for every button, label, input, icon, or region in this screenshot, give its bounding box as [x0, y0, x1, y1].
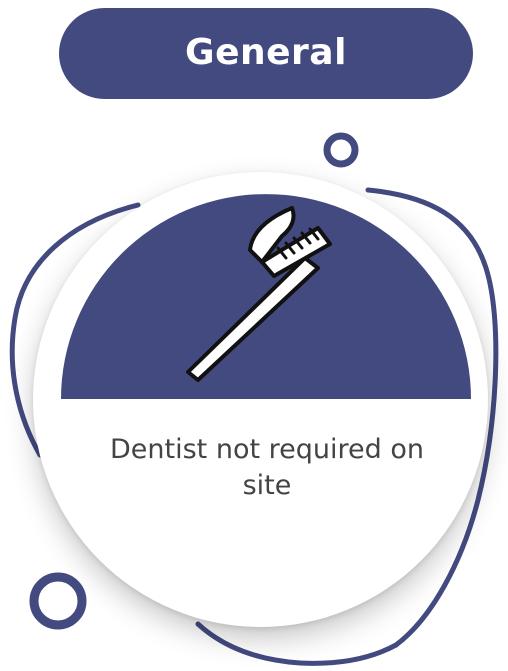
- large-ring-icon: [29, 572, 87, 630]
